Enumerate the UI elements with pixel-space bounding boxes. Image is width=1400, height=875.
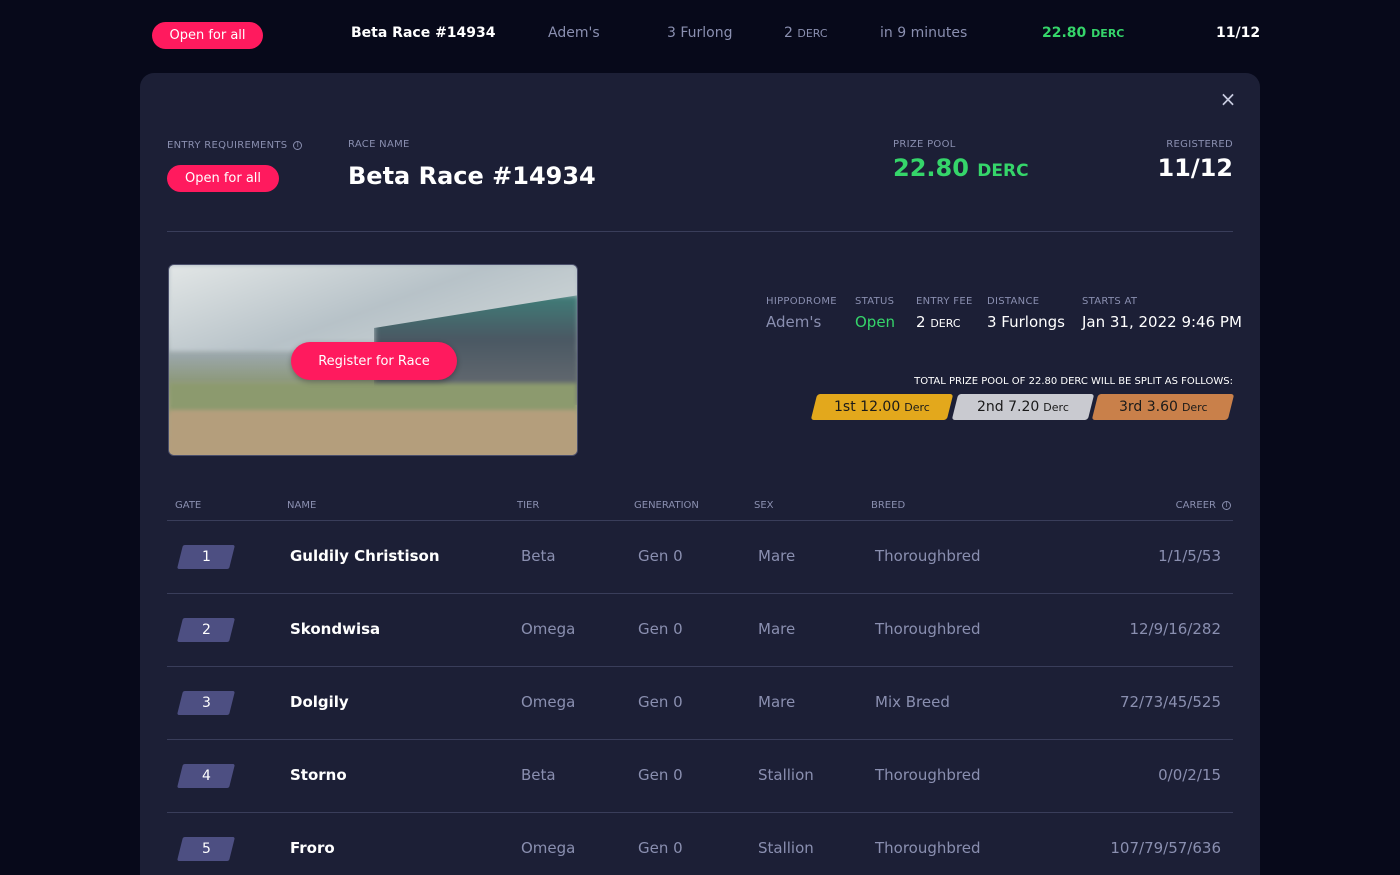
horse-name[interactable]: Skondwisa: [290, 620, 380, 638]
horse-generation: Gen 0: [638, 547, 683, 565]
prize-pool: 22.80 DERC: [1042, 25, 1125, 41]
header-gate[interactable]: GATE: [175, 500, 201, 511]
distance: 3 Furlong: [667, 25, 733, 41]
horse-career: 12/9/16/282: [1129, 620, 1221, 638]
horse-sex: Mare: [758, 620, 796, 638]
horse-breed: Thoroughbred: [875, 839, 981, 857]
race-title: Beta Race #14934: [348, 162, 596, 190]
prize-pool-block: PRIZE POOL 22.80 DERC: [893, 139, 1029, 182]
horse-generation: Gen 0: [638, 693, 683, 711]
entry-requirements: ENTRY REQUIREMENTS i Open for all: [167, 140, 303, 192]
prize-pool-value: 22.80 DERC: [893, 154, 1029, 182]
table-row[interactable]: 2 Skondwisa Omega Gen 0 Mare Thoroughbred 12/9…: [167, 594, 1233, 667]
horse-tier: Omega: [521, 839, 576, 857]
horse-tier: Beta: [521, 766, 556, 784]
table-row[interactable]: 4 Storno Beta Gen 0 Stallion Thoroughbred 0/0/…: [167, 740, 1233, 813]
horse-breed: Thoroughbred: [875, 620, 981, 638]
race-name: Beta Race #14934: [351, 25, 496, 41]
horse-tier: Beta: [521, 547, 556, 565]
registered-block: REGISTERED 11/12: [1157, 139, 1233, 182]
registered-value: 11/12: [1157, 154, 1233, 182]
horse-name[interactable]: Dolgily: [290, 693, 349, 711]
horse-career: 107/79/57/636: [1110, 839, 1221, 857]
table-row[interactable]: 3 Dolgily Omega Gen 0 Mare Mix Breed 72/73/45/…: [167, 667, 1233, 740]
table-row[interactable]: 5 Froro Omega Gen 0 Stallion Thoroughbred 107/…: [167, 813, 1233, 875]
horse-sex: Mare: [758, 693, 796, 711]
prize-split-title: TOTAL PRIZE POOL OF 22.80 DERC WILL BE S…: [914, 376, 1233, 387]
detail-starts-at: STARTS AT Jan 31, 2022 9:46 PM: [1082, 296, 1242, 331]
header-generation[interactable]: GENERATION: [634, 500, 699, 511]
gate-badge: 1: [177, 545, 235, 569]
entry-requirements-label: ENTRY REQUIREMENTS: [167, 140, 288, 151]
race-name-block: RACE NAME Beta Race #14934: [348, 139, 596, 190]
register-for-race-button[interactable]: Register for Race: [291, 342, 457, 380]
race-name-label: RACE NAME: [348, 139, 410, 150]
header-name[interactable]: NAME: [287, 500, 316, 511]
gate-badge: 3: [177, 691, 235, 715]
horse-tier: Omega: [521, 693, 576, 711]
horse-name[interactable]: Froro: [290, 839, 335, 857]
race-list-row[interactable]: Open for all Beta Race #14934 Adem's 3 F…: [0, 0, 1400, 70]
prize-chip-1st: 1st 12.00 Derc: [810, 394, 954, 420]
detail-entry-fee: ENTRY FEE 2 DERC: [916, 296, 973, 331]
prize-chip-3rd: 3rd 3.60 Derc: [1091, 394, 1235, 420]
horse-breed: Mix Breed: [875, 693, 950, 711]
detail-status: STATUS Open: [855, 296, 896, 331]
race-detail-panel: × ENTRY REQUIREMENTS i Open for all RACE …: [140, 73, 1260, 875]
info-icon[interactable]: i: [1222, 500, 1231, 510]
gate-badge: 5: [177, 837, 235, 861]
prize-chip-2nd: 2nd 7.20 Derc: [951, 394, 1095, 420]
horse-generation: Gen 0: [638, 620, 683, 638]
gate-badge: 2: [177, 618, 235, 642]
info-icon[interactable]: i: [293, 140, 303, 150]
horse-career: 1/1/5/53: [1158, 547, 1221, 565]
hippodrome: Adem's: [548, 25, 600, 41]
entry-badge: Open for all: [152, 22, 263, 49]
horse-tier: Omega: [521, 620, 576, 638]
header-tier[interactable]: TIER: [517, 500, 539, 511]
registered-label: REGISTERED: [1166, 139, 1233, 150]
entry-fee: 2 DERC: [784, 25, 828, 41]
horse-sex: Mare: [758, 547, 796, 565]
table-header: GATE NAME TIER GENERATION SEX BREED CARE…: [167, 493, 1233, 521]
header-career[interactable]: CAREER i: [1176, 500, 1231, 511]
table-row[interactable]: 1 Guldily Christison Beta Gen 0 Mare Thorough…: [167, 521, 1233, 594]
start-time: in 9 minutes: [880, 25, 968, 41]
horse-breed: Thoroughbred: [875, 547, 981, 565]
detail-distance: DISTANCE 3 Furlongs: [987, 296, 1065, 331]
horse-sex: Stallion: [758, 766, 814, 784]
horse-name[interactable]: Storno: [290, 766, 347, 784]
horse-name[interactable]: Guldily Christison: [290, 547, 440, 565]
detail-hippodrome: HIPPODROME Adem's: [766, 296, 837, 331]
horse-generation: Gen 0: [638, 839, 683, 857]
horse-sex: Stallion: [758, 839, 814, 857]
close-icon[interactable]: ×: [1216, 87, 1240, 111]
header-sex[interactable]: SEX: [754, 500, 774, 511]
prize-pool-label: PRIZE POOL: [893, 139, 956, 150]
entry-badge: Open for all: [167, 165, 279, 192]
header-breed[interactable]: BREED: [871, 500, 905, 511]
horse-career: 0/0/2/15: [1158, 766, 1221, 784]
horse-career: 72/73/45/525: [1119, 693, 1221, 711]
horse-breed: Thoroughbred: [875, 766, 981, 784]
registered-count: 11/12: [1216, 25, 1261, 41]
gate-badge: 4: [177, 764, 235, 788]
hippodrome-image: Register for Race: [168, 264, 578, 456]
horse-generation: Gen 0: [638, 766, 683, 784]
divider: [167, 231, 1233, 232]
